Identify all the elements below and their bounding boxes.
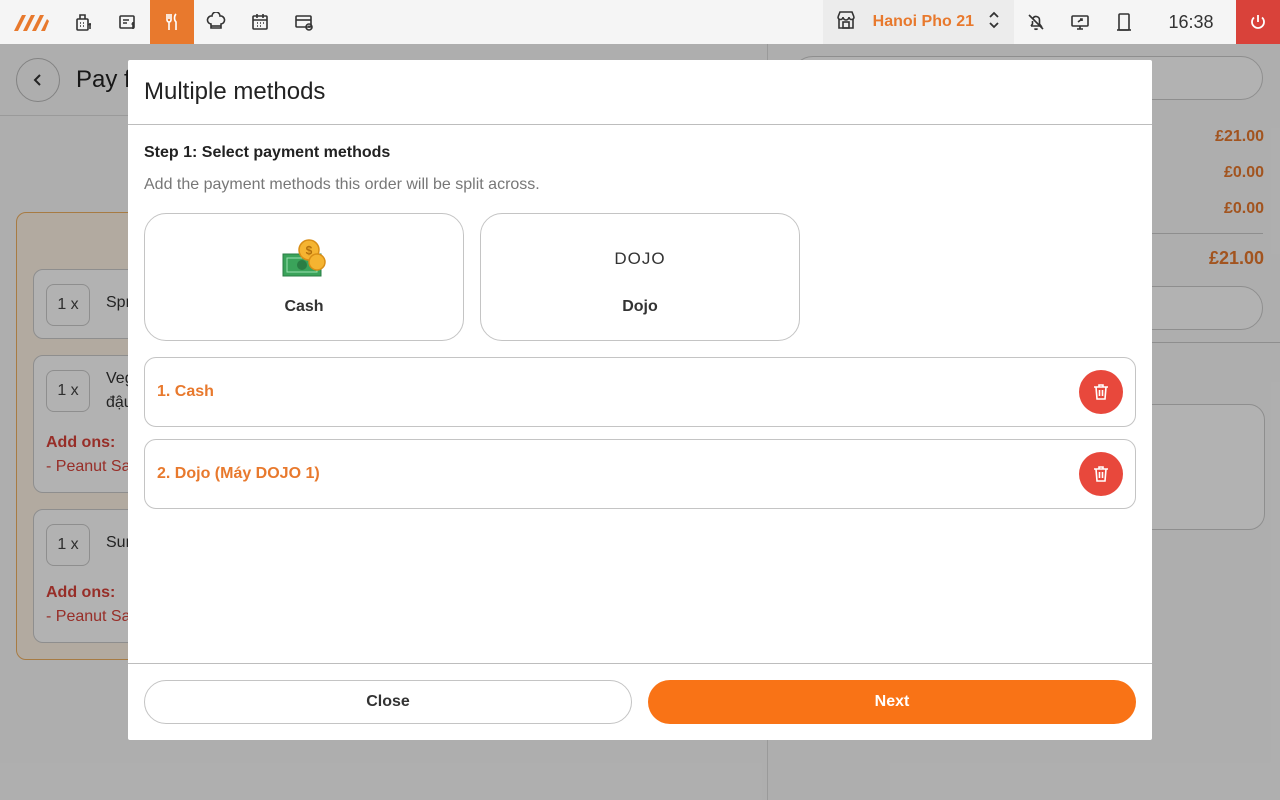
chef-hat-icon[interactable] [194, 0, 238, 44]
dialog-title: Multiple methods [144, 78, 326, 105]
cash-method-card[interactable]: $ Cash [144, 213, 464, 341]
logo-icon[interactable] [0, 0, 62, 44]
tablet-icon[interactable] [1102, 0, 1146, 44]
trash-icon [1094, 466, 1108, 482]
method-label: Cash [284, 298, 324, 315]
multiple-methods-dialog: Multiple methods Step 1: Select payment … [128, 60, 1152, 740]
fork-knife-icon[interactable] [150, 0, 194, 44]
store-name: Hanoi Pho 21 [872, 13, 974, 30]
step-description: Add the payment methods this order will … [144, 176, 540, 193]
method-label: Dojo [622, 298, 658, 315]
screen-share-icon[interactable] [1058, 0, 1102, 44]
store-selector[interactable]: Hanoi Pho 21 [822, 0, 1014, 44]
cash-register-icon[interactable] [62, 0, 106, 44]
close-button[interactable]: Close [144, 680, 632, 724]
selected-method-row: 2. Dojo (Máy DOJO 1) [144, 439, 1136, 509]
next-button[interactable]: Next [648, 680, 1136, 724]
clock: 16:38 [1168, 11, 1214, 32]
selected-method-label: 1. Cash [157, 383, 214, 400]
dojo-logo: DOJO [614, 249, 666, 268]
dialog-header: Multiple methods [128, 60, 1152, 125]
top-bar: Hanoi Pho 21 16:38 [0, 0, 1280, 44]
dialog-footer: Close Next [128, 663, 1152, 740]
booking-icon[interactable] [282, 0, 326, 44]
delete-button[interactable] [1079, 370, 1123, 414]
cash-icon: $ [145, 238, 463, 280]
selected-method-row: 1. Cash [144, 357, 1136, 427]
store-icon [835, 9, 857, 36]
receipt-icon[interactable] [106, 0, 150, 44]
selected-method-label: 2. Dojo (Máy DOJO 1) [157, 465, 320, 482]
dojo-method-card[interactable]: DOJO Dojo [480, 213, 800, 341]
power-icon[interactable] [1236, 0, 1280, 44]
step-title: Step 1: Select payment methods [144, 144, 391, 161]
trash-icon [1094, 384, 1108, 400]
calendar-icon[interactable] [238, 0, 282, 44]
bell-off-icon[interactable] [1014, 0, 1058, 44]
chevron-up-down-icon [988, 11, 1000, 34]
delete-button[interactable] [1079, 452, 1123, 496]
